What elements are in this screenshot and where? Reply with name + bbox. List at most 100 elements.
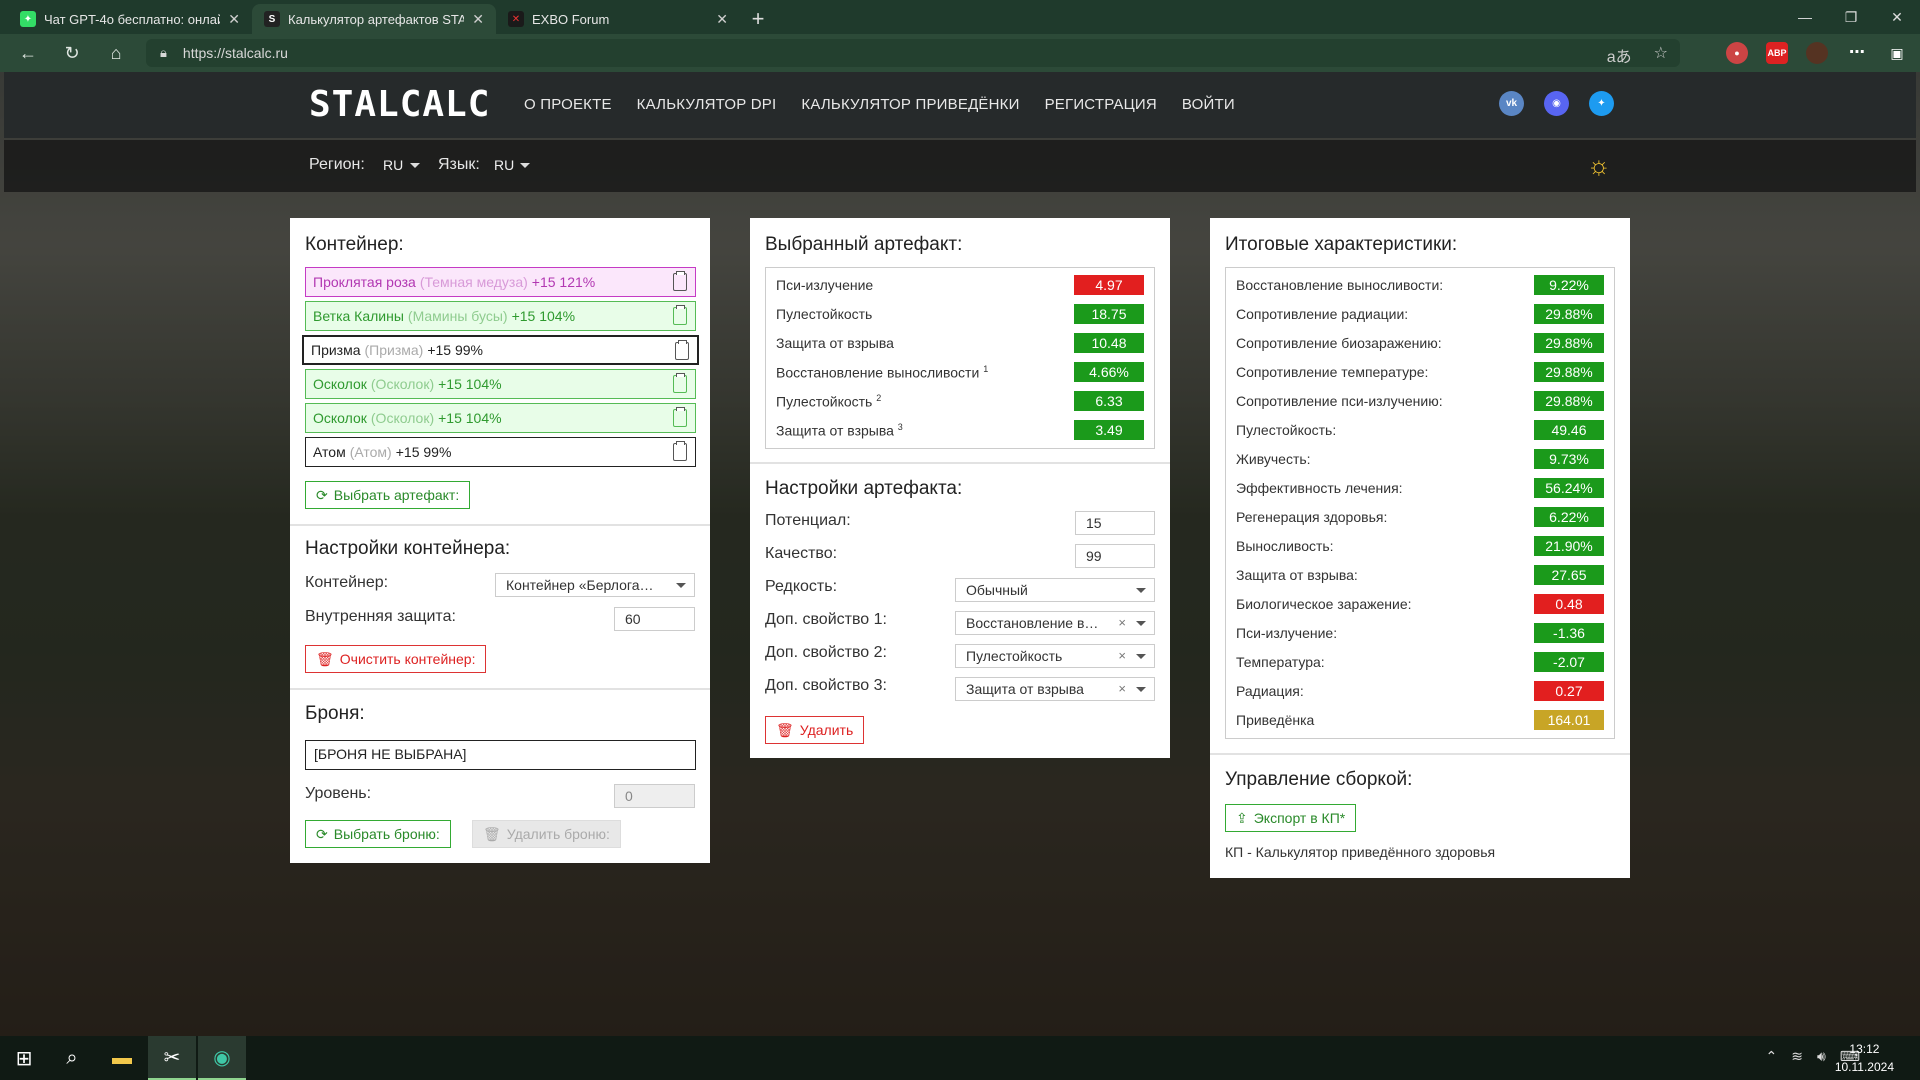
- extra1-select[interactable]: Восстановление в… ×: [955, 611, 1155, 635]
- home-icon[interactable]: ⌂: [94, 43, 138, 64]
- clipboard-icon[interactable]: [675, 340, 689, 360]
- site-logo[interactable]: STALCALC: [309, 84, 490, 125]
- armor-level-input[interactable]: 0: [614, 784, 695, 808]
- windows-start-icon[interactable]: ⊞: [0, 1036, 48, 1080]
- chevron-up-icon[interactable]: ⌃: [1765, 1048, 1777, 1065]
- clipboard-icon[interactable]: [673, 305, 687, 325]
- date: 10.11.2024: [1834, 1060, 1894, 1074]
- adblock-icon[interactable]: ABP: [1766, 42, 1788, 64]
- file-explorer-icon[interactable]: ▬: [98, 1036, 146, 1080]
- artifact-slot[interactable]: Ветка Калины (Мамины бусы) +15 104%: [305, 301, 696, 331]
- potential-input[interactable]: 15: [1075, 511, 1155, 535]
- new-tab-button[interactable]: +: [740, 4, 776, 34]
- reload-icon[interactable]: ↻: [50, 43, 94, 64]
- container-settings-title: Настройки контейнера:: [305, 538, 511, 559]
- stat-name: Эффективность лечения:: [1236, 480, 1403, 496]
- artifact-name: Проклятая роза: [313, 274, 416, 290]
- close-tab-icon[interactable]: ✕: [472, 11, 484, 28]
- address-bar[interactable]: 🔒︎ https://stalcalc.ru аあ ☆: [146, 39, 1680, 67]
- artifact-slot[interactable]: Осколок (Осколок) +15 104%: [305, 369, 696, 399]
- quality-input[interactable]: 99: [1075, 544, 1155, 568]
- close-tab-icon[interactable]: ✕: [228, 11, 240, 28]
- clear-icon[interactable]: ×: [1118, 645, 1126, 667]
- artifact-bonus: +15 99%: [395, 444, 452, 460]
- armor-level-label: Уровень:: [305, 785, 372, 802]
- twitter-icon[interactable]: ✦: [1589, 91, 1614, 116]
- artifact-alt-name: (Осколок): [370, 376, 435, 392]
- delete-artifact-button[interactable]: 🗑︎ Удалить: [765, 716, 865, 744]
- totals-panel: Итоговые характеристики: Восстановление …: [1210, 218, 1630, 878]
- extra3-select[interactable]: Защита от взрыва ×: [955, 677, 1155, 701]
- sidebar-icon[interactable]: ▣: [1886, 42, 1908, 64]
- artifact-slot[interactable]: Осколок (Осколок) +15 104%: [305, 403, 696, 433]
- clear-icon[interactable]: ×: [1118, 678, 1126, 700]
- stat-row: Пси-излучение: -1.36: [1226, 619, 1614, 648]
- close-window-icon[interactable]: ✕: [1874, 0, 1920, 34]
- extra3-value: Защита от взрыва: [966, 681, 1084, 697]
- extra2-select[interactable]: Пулестойкость ×: [955, 644, 1155, 668]
- region-select[interactable]: RU: [383, 157, 403, 173]
- rarity-select[interactable]: Обычный: [955, 578, 1155, 602]
- profile-avatar[interactable]: [1806, 42, 1828, 64]
- language-label: Язык:: [438, 156, 480, 173]
- clipboard-icon[interactable]: [673, 407, 687, 427]
- nav-login[interactable]: ВОЙТИ: [1182, 96, 1235, 113]
- read-aloud-icon[interactable]: аあ: [1607, 43, 1632, 67]
- export-button[interactable]: ⇪ Экспорт в КП*: [1225, 804, 1357, 832]
- region-bar: Регион: RU Язык: RU ☼: [4, 140, 1916, 192]
- tab-title: Калькулятор артефактов STALCR: [288, 11, 465, 27]
- artifact-slot[interactable]: Проклятая роза (Темная медуза) +15 121%: [305, 267, 696, 297]
- protection-input[interactable]: 60: [614, 607, 695, 631]
- app-icon[interactable]: ✂: [148, 1036, 196, 1080]
- select-artifact-button[interactable]: ⟳ Выбрать артефакт:: [305, 481, 471, 509]
- browser-tab-exbo[interactable]: ✕ EXBO Forum ✕: [496, 4, 740, 34]
- minimize-icon[interactable]: —: [1782, 0, 1828, 34]
- nav-dpi-calculator[interactable]: КАЛЬКУЛЯТОР DPI: [637, 96, 777, 113]
- url-text: https://stalcalc.ru: [182, 45, 288, 61]
- close-tab-icon[interactable]: ✕: [716, 11, 728, 28]
- restore-icon[interactable]: ❐: [1828, 0, 1874, 34]
- favorite-star-icon[interactable]: ☆: [1654, 43, 1668, 67]
- clipboard-icon[interactable]: [673, 373, 687, 393]
- search-icon[interactable]: ⌕: [48, 1036, 96, 1080]
- browser-tab-stalcalc[interactable]: S Калькулятор артефактов STALCR ✕: [252, 4, 496, 34]
- stat-name: Сопротивление пси-излучению:: [1236, 393, 1443, 409]
- clear-icon[interactable]: ×: [1118, 612, 1126, 634]
- stat-name: Температура:: [1236, 654, 1325, 670]
- browser-tab-chatgpt[interactable]: ✦ Чат GPT-4o бесплатно: онлайн ✕: [8, 4, 252, 34]
- chevron-down-icon: [1136, 654, 1146, 659]
- discord-icon[interactable]: ◉: [1544, 91, 1569, 116]
- wifi-icon[interactable]: ≋: [1791, 1048, 1803, 1065]
- extension-icon[interactable]: ●: [1726, 42, 1748, 64]
- clipboard-icon[interactable]: [673, 441, 687, 461]
- artifact-bonus: +15 104%: [438, 410, 502, 426]
- container-select[interactable]: Контейнер «Берлога…: [495, 573, 695, 597]
- language-select[interactable]: RU: [494, 157, 514, 173]
- artifact-slot[interactable]: Призма (Призма) +15 99%: [302, 335, 699, 365]
- select-armor-button[interactable]: ⟳ Выбрать броню:: [305, 820, 451, 848]
- edge-browser-icon[interactable]: ◉: [198, 1036, 246, 1080]
- extensions: ● ABP ⋯ ▣: [1726, 42, 1908, 64]
- artifact-slot[interactable]: Атом (Атом) +15 99%: [305, 437, 696, 467]
- more-menu-icon[interactable]: ⋯: [1846, 42, 1868, 64]
- armor-field[interactable]: [БРОНЯ НЕ ВЫБРАНА]: [305, 740, 696, 770]
- nav-about[interactable]: О ПРОЕКТЕ: [524, 96, 612, 113]
- stat-name: Пси-излучение: [776, 277, 874, 293]
- stalcalc-favicon-icon: S: [264, 11, 280, 27]
- volume-icon[interactable]: 🔊︎: [1817, 1048, 1826, 1065]
- vk-icon[interactable]: vk: [1499, 91, 1524, 116]
- chevron-down-icon: [1136, 621, 1146, 626]
- theme-toggle-sun-icon[interactable]: ☼: [1587, 152, 1613, 178]
- stat-name: Пулестойкость: [776, 306, 873, 322]
- nav-reduced-calculator[interactable]: КАЛЬКУЛЯТОР ПРИВЕДЁНКИ: [801, 96, 1019, 113]
- back-icon[interactable]: ←: [6, 43, 50, 64]
- clock[interactable]: 13:12 10.11.2024: [1835, 1040, 1894, 1076]
- clear-container-button[interactable]: 🗑︎ Очистить контейнер:: [305, 645, 487, 673]
- delete-armor-button[interactable]: 🗑︎ Удалить броню:: [472, 820, 621, 848]
- upload-icon: ⇪: [1236, 809, 1248, 826]
- stat-name: Радиация:: [1236, 683, 1304, 699]
- chevron-down-icon: [410, 163, 420, 168]
- clipboard-icon[interactable]: [673, 271, 687, 291]
- nav-register[interactable]: РЕГИСТРАЦИЯ: [1045, 96, 1157, 113]
- selected-artifact-panel: Выбранный артефакт: Пси-излучение 4.97 П…: [750, 218, 1170, 758]
